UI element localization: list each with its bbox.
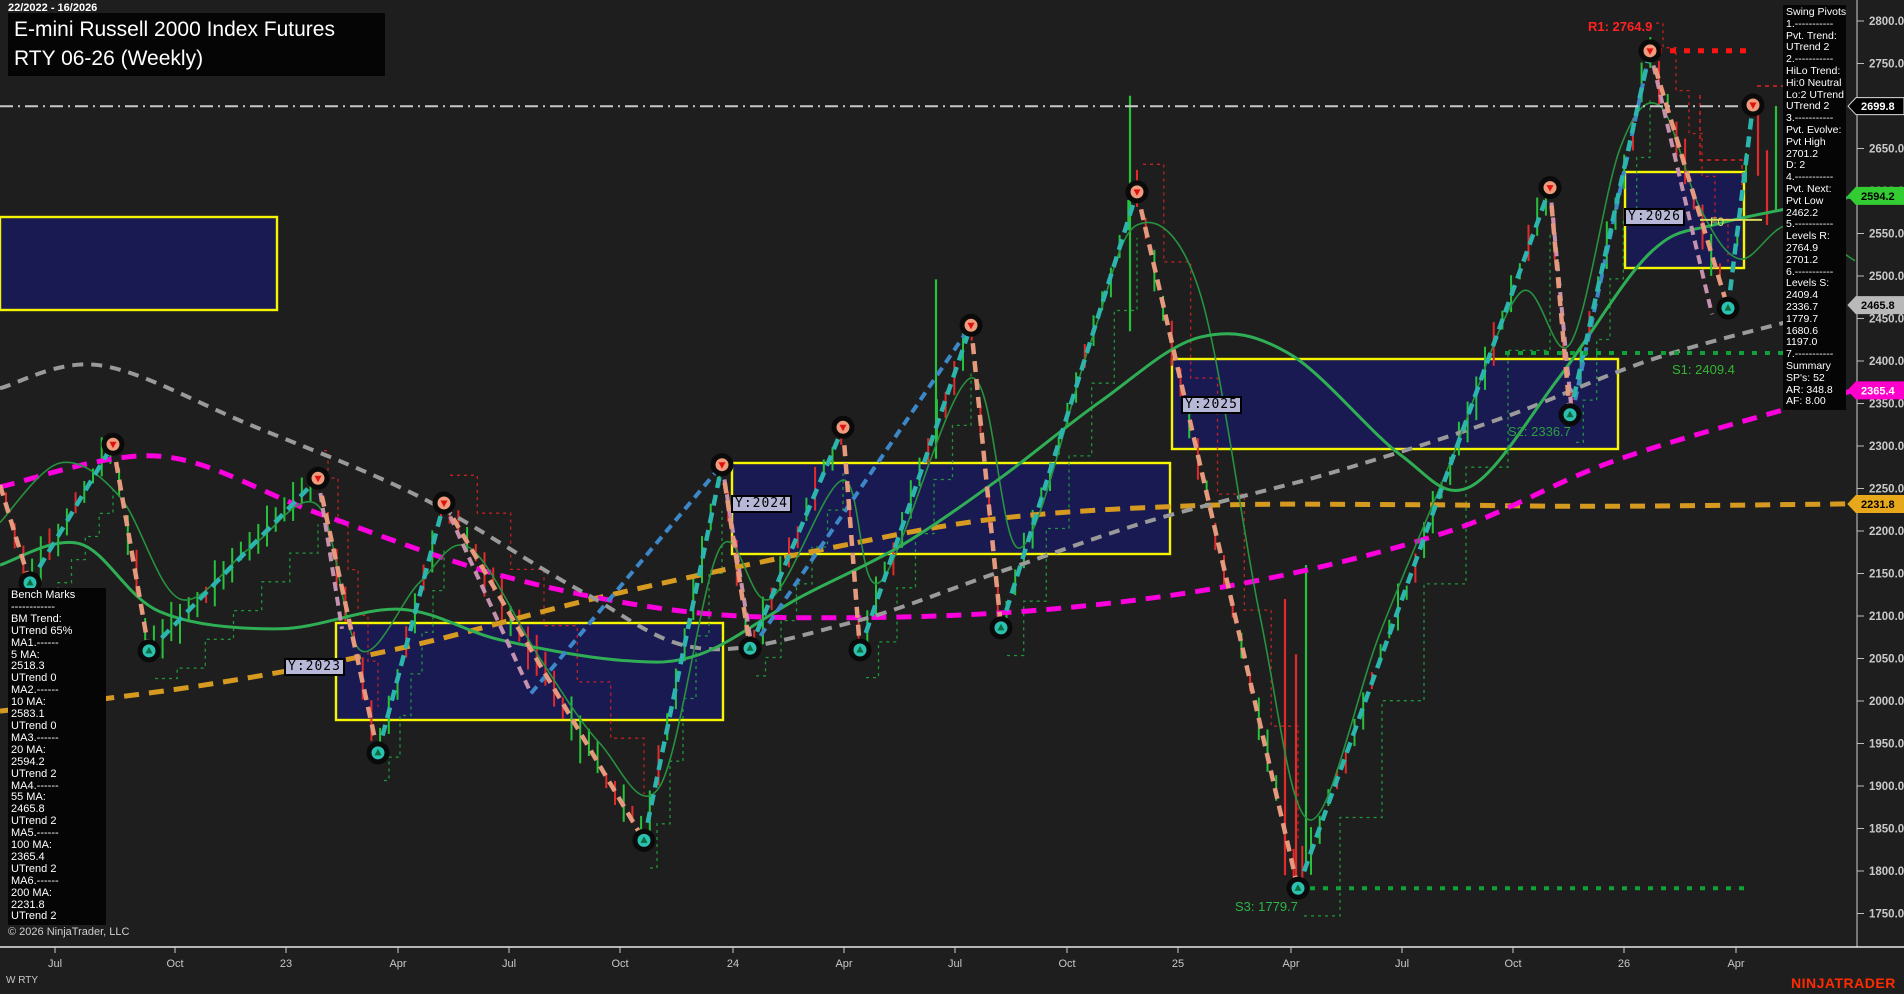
- price-marker-2231.8: 2231.8: [1848, 495, 1904, 512]
- time-tick-label: Jul: [48, 958, 62, 970]
- price-marker-2365.4: 2365.4: [1848, 382, 1904, 399]
- pivot-low-marker: [140, 642, 158, 660]
- time-tick-label: 23: [280, 958, 292, 970]
- pivot-low-marker: [1561, 406, 1579, 424]
- price-tick-label: 2800.0: [1869, 16, 1904, 28]
- pivot-high-marker: [1641, 42, 1659, 60]
- pivot-low-marker: [1289, 879, 1307, 897]
- pivot-high-marker: [309, 469, 327, 487]
- time-tick-label: Oct: [611, 958, 628, 970]
- time-tick-label: Apr: [835, 958, 852, 970]
- price-tick-label: 2250.0: [1869, 484, 1904, 496]
- pivot-low-marker: [21, 574, 39, 592]
- pivot-low-marker: [1719, 299, 1737, 317]
- price-tick-label: 2650.0: [1869, 144, 1904, 156]
- svg-text:2231.8: 2231.8: [1861, 499, 1895, 511]
- time-tick-label: 24: [727, 958, 739, 970]
- pivot-low-marker: [369, 744, 387, 762]
- time-tick-label: Oct: [166, 958, 183, 970]
- time-tick-label: Apr: [389, 958, 406, 970]
- svg-text:2465.8: 2465.8: [1861, 300, 1895, 312]
- pivot-high-marker: [713, 456, 731, 474]
- pivot-high-marker: [1128, 183, 1146, 201]
- price-tick-label: 1850.0: [1869, 824, 1904, 836]
- price-tick-label: 2300.0: [1869, 441, 1904, 453]
- pivot-low-marker: [851, 641, 869, 659]
- price-tick-label: 2350.0: [1869, 399, 1904, 411]
- time-tick-label: Apr: [1282, 958, 1299, 970]
- pivot-high-marker: [104, 435, 122, 453]
- price-tick-label: 2150.0: [1869, 569, 1904, 581]
- price-marker-2465.8: 2465.8: [1848, 297, 1904, 314]
- svg-text:2594.2: 2594.2: [1861, 191, 1895, 203]
- year-label-y-2026[interactable]: Y:2026: [1624, 208, 1685, 226]
- price-marker-2699.8: 2699.8: [1848, 98, 1904, 115]
- price-tick-label: 2550.0: [1869, 229, 1904, 241]
- price-tick-label: 2450.0: [1869, 314, 1904, 326]
- price-marker-2594.2: 2594.2: [1848, 187, 1904, 204]
- price-tick-label: 1900.0: [1869, 781, 1904, 793]
- year-box[interactable]: [0, 217, 277, 310]
- pivot-high-marker: [834, 418, 852, 436]
- time-tick-label: 26: [1618, 958, 1630, 970]
- pivot-high-marker: [1541, 179, 1559, 197]
- ninjatrader-chart-window: 2800.02750.02700.02650.02600.02550.02500…: [0, 0, 1904, 994]
- time-tick-label: Oct: [1504, 958, 1521, 970]
- year-label-y-2024[interactable]: Y:2024: [731, 495, 792, 513]
- time-tick-label: Jul: [1395, 958, 1409, 970]
- year-boxes-layer: [0, 172, 1744, 720]
- time-tick-label: Jul: [502, 958, 516, 970]
- svg-text:2699.8: 2699.8: [1861, 101, 1895, 113]
- pivot-high-marker: [1744, 96, 1762, 114]
- price-tick-label: 2000.0: [1869, 696, 1904, 708]
- pivot-low-marker: [741, 639, 759, 657]
- price-tick-label: 2100.0: [1869, 611, 1904, 623]
- pivot-high-marker: [962, 316, 980, 334]
- price-tick-label: 1800.0: [1869, 866, 1904, 878]
- time-tick-label: Jul: [948, 958, 962, 970]
- price-tick-label: 2500.0: [1869, 271, 1904, 283]
- pivot-low-marker: [635, 831, 653, 849]
- pivot-low-marker: [992, 619, 1010, 637]
- time-tick-label: 25: [1172, 958, 1184, 970]
- time-tick-label: Apr: [1727, 958, 1744, 970]
- price-tick-label: 1750.0: [1869, 909, 1904, 921]
- price-tick-label: 2750.0: [1869, 59, 1904, 71]
- price-tick-label: 2050.0: [1869, 654, 1904, 666]
- time-tick-label: Oct: [1058, 958, 1075, 970]
- svg-text:2365.4: 2365.4: [1861, 385, 1896, 397]
- price-tick-label: 2400.0: [1869, 356, 1904, 368]
- year-label-y-2025[interactable]: Y:2025: [1181, 396, 1242, 414]
- chart-canvas[interactable]: 2800.02750.02700.02650.02600.02550.02500…: [0, 0, 1904, 994]
- price-tick-label: 2200.0: [1869, 526, 1904, 538]
- year-label-y-2023[interactable]: Y:2023: [284, 658, 345, 676]
- pivot-high-marker: [435, 494, 453, 512]
- price-tick-label: 1950.0: [1869, 739, 1904, 751]
